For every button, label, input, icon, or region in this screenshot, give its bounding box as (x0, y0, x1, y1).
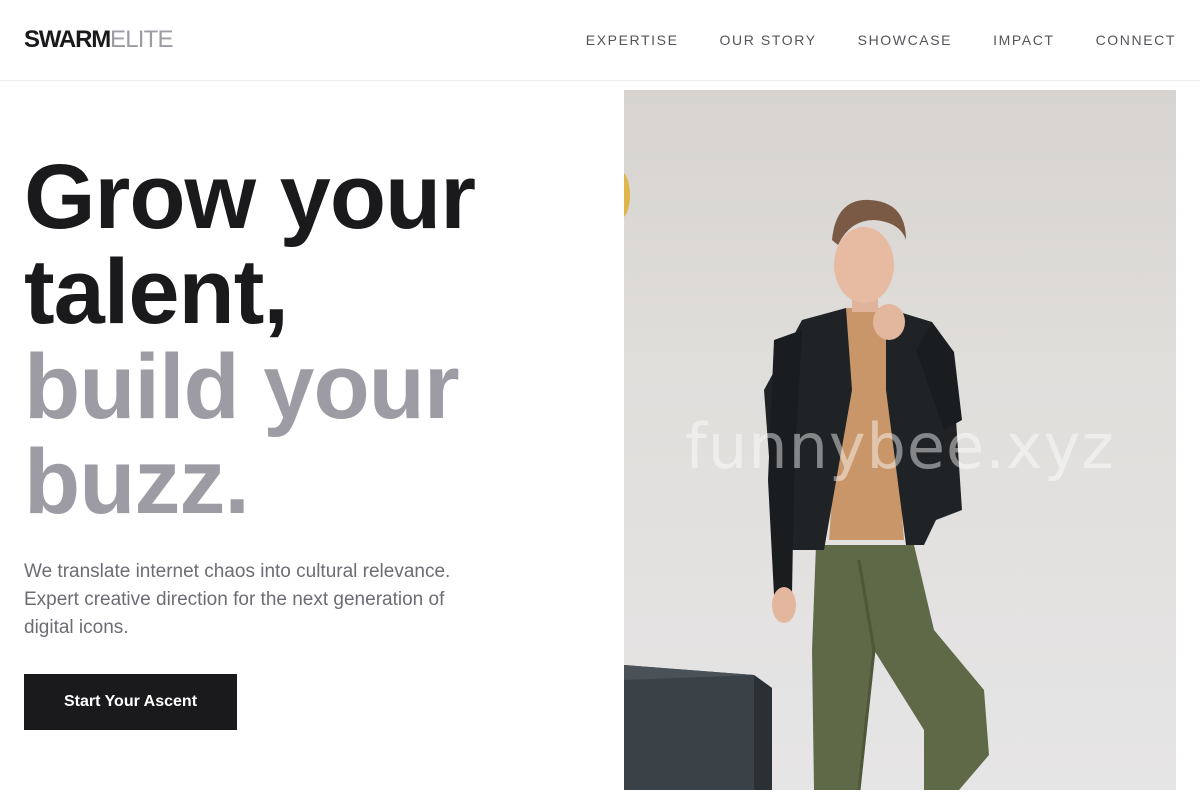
hero-headline: Grow your talent, build your buzz. (24, 150, 604, 530)
model-photo-illustration (624, 173, 989, 790)
start-ascent-button[interactable]: Start Your Ascent (24, 674, 237, 730)
hero-description: We translate internet chaos into cultura… (24, 561, 451, 638)
logo-primary-text: SWARM (24, 26, 111, 53)
nav-link-impact[interactable]: IMPACT (993, 32, 1054, 48)
main-nav: EXPERTISE OUR STORY SHOWCASE IMPACT CONN… (586, 32, 1176, 48)
headline-line-4: buzz. (24, 431, 250, 533)
headline-line-1: Grow your (24, 146, 476, 248)
hero-image: funnybee.xyz (624, 90, 1176, 790)
headline-line-3: build your (24, 336, 460, 438)
brand-logo[interactable]: SWARMELITE (24, 28, 173, 52)
nav-link-connect[interactable]: CONNECT (1096, 32, 1176, 48)
nav-link-showcase[interactable]: SHOWCASE (858, 32, 952, 48)
headline-line-2: talent, (24, 241, 289, 343)
nav-link-expertise[interactable]: EXPERTISE (586, 32, 679, 48)
nav-link-our-story[interactable]: OUR STORY (720, 32, 817, 48)
logo-secondary-text: ELITE (110, 26, 173, 53)
site-header: SWARMELITE EXPERTISE OUR STORY SHOWCASE … (0, 0, 1200, 81)
